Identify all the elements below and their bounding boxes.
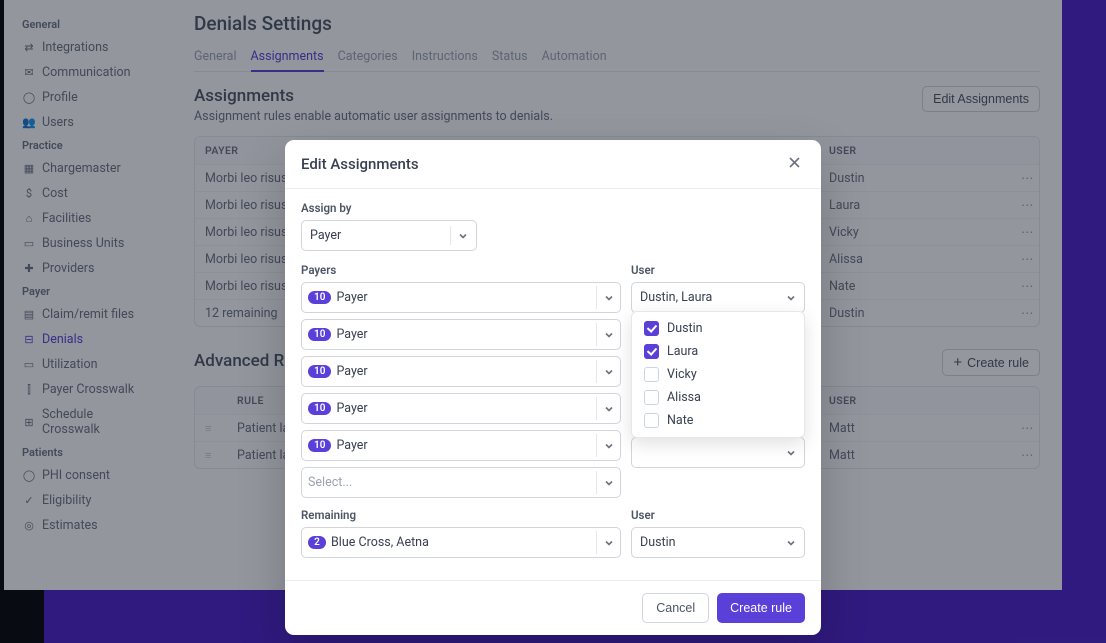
user-option-vicky[interactable]: Vicky <box>632 363 804 386</box>
user-select-empty[interactable] <box>631 437 805 468</box>
create-rule-submit-button[interactable]: Create rule <box>717 593 805 623</box>
close-button[interactable] <box>784 152 805 176</box>
modal-title: Edit Assignments <box>301 155 419 173</box>
assign-by-label: Assign by <box>301 201 805 215</box>
assign-by-select[interactable]: Payer <box>301 220 477 251</box>
payer-select[interactable]: 10Payer <box>301 282 621 313</box>
payer-select[interactable]: 10Payer <box>301 393 621 424</box>
user-option-laura[interactable]: Laura <box>632 340 804 363</box>
count-badge: 10 <box>308 439 331 452</box>
chevron-down-icon <box>604 330 614 340</box>
count-badge: 10 <box>308 291 331 304</box>
count-badge: 10 <box>308 365 331 378</box>
cancel-button[interactable]: Cancel <box>642 593 709 623</box>
chevron-down-icon <box>604 538 614 548</box>
payer-select[interactable]: 10Payer <box>301 319 621 350</box>
checkbox[interactable] <box>644 321 659 336</box>
count-badge: 10 <box>308 402 331 415</box>
user-label-2: User <box>631 508 805 522</box>
checkbox[interactable] <box>644 344 659 359</box>
checkbox[interactable] <box>644 367 659 382</box>
payer-select-empty[interactable]: Select... <box>301 467 621 498</box>
checkbox[interactable] <box>644 390 659 405</box>
user-option-dustin[interactable]: Dustin <box>632 317 804 340</box>
chevron-down-icon <box>786 448 796 458</box>
chevron-down-icon <box>604 404 614 414</box>
chevron-down-icon <box>786 538 796 548</box>
checkbox[interactable] <box>644 413 659 428</box>
chevron-down-icon <box>604 293 614 303</box>
close-icon <box>787 155 802 170</box>
count-badge: 2 <box>308 536 326 549</box>
user-option-nate[interactable]: Nate <box>632 409 804 432</box>
chevron-down-icon <box>604 367 614 377</box>
count-badge: 10 <box>308 328 331 341</box>
edit-assignments-modal: Edit Assignments Assign by Payer Payers … <box>285 140 821 635</box>
user-multi-select[interactable]: Dustin, Laura <box>631 282 805 313</box>
remaining-user-select[interactable]: Dustin <box>631 527 805 558</box>
user-label: User <box>631 263 805 277</box>
chevron-down-icon <box>604 441 614 451</box>
chevron-down-icon <box>458 231 468 241</box>
chevron-down-icon <box>604 478 614 488</box>
modal-overlay[interactable]: Edit Assignments Assign by Payer Payers … <box>0 0 1106 643</box>
user-dropdown-panel: DustinLauraVickyAlissaNate <box>631 311 805 438</box>
remaining-payer-select[interactable]: 2 Blue Cross, Aetna <box>301 527 621 558</box>
payer-select[interactable]: 10Payer <box>301 356 621 387</box>
remaining-label: Remaining <box>301 508 621 522</box>
payers-label: Payers <box>301 263 621 277</box>
payer-select[interactable]: 10Payer <box>301 430 621 461</box>
chevron-down-icon <box>786 293 796 303</box>
user-option-alissa[interactable]: Alissa <box>632 386 804 409</box>
